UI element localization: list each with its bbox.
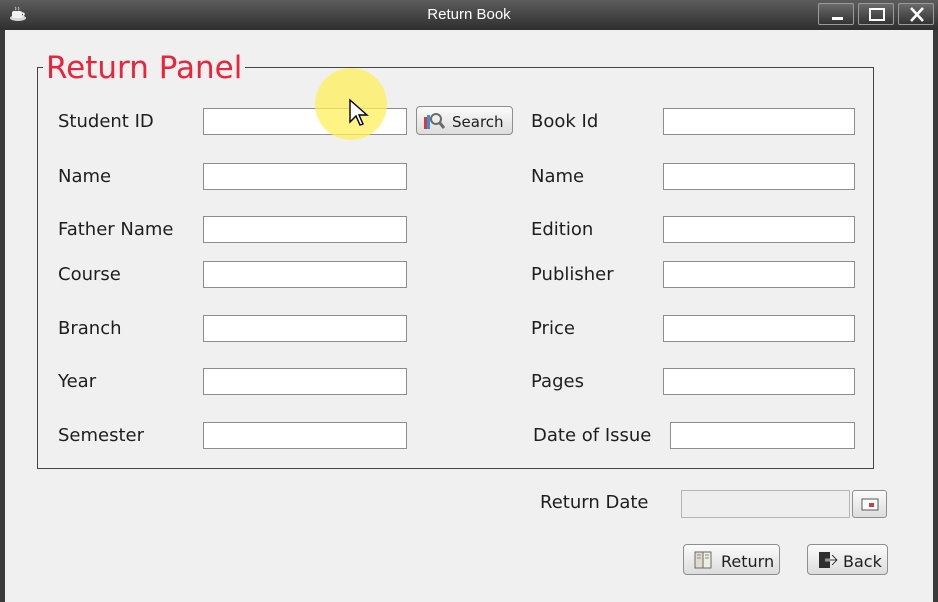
student-name-label: Name	[58, 166, 112, 187]
window-title: Return Book	[427, 6, 511, 23]
edition-label: Edition	[531, 219, 594, 240]
close-icon	[910, 7, 924, 22]
branch-label: Branch	[58, 318, 122, 339]
publisher-label: Publisher	[531, 264, 614, 285]
back-button-label: Back	[843, 552, 882, 571]
return-button-label: Return	[721, 552, 775, 571]
calendar-icon	[861, 498, 879, 511]
maximize-icon	[869, 8, 885, 21]
search-icon	[424, 113, 445, 129]
book-name-input[interactable]	[663, 163, 855, 190]
search-button-label: Search	[452, 113, 504, 131]
book-id-label: Book Id	[531, 111, 599, 132]
maximize-button[interactable]	[858, 3, 894, 25]
student-name-input[interactable]	[203, 163, 407, 190]
book-icon	[694, 551, 712, 569]
return-button[interactable]: Return	[683, 544, 780, 575]
semester-label: Semester	[58, 425, 145, 446]
title-bar[interactable]: Return Book	[0, 0, 938, 30]
year-input[interactable]	[203, 368, 407, 395]
semester-input[interactable]	[203, 422, 407, 449]
date-picker-button[interactable]	[852, 490, 887, 518]
minimize-icon	[832, 17, 843, 20]
back-button[interactable]: Back	[807, 544, 888, 575]
publisher-input[interactable]	[663, 261, 855, 288]
price-label: Price	[531, 318, 575, 339]
return-book-window: Return Book Return Panel Student ID Sear…	[0, 0, 938, 602]
student-id-label: Student ID	[58, 111, 154, 132]
return-date-input[interactable]	[681, 490, 850, 518]
book-name-label: Name	[531, 166, 585, 187]
year-label: Year	[58, 371, 97, 392]
client-area: Return Panel Student ID Search Name Fath…	[5, 30, 933, 602]
course-input[interactable]	[203, 261, 407, 288]
branch-input[interactable]	[203, 315, 407, 342]
mouse-pointer-icon	[349, 98, 369, 126]
exit-icon	[819, 552, 839, 568]
course-label: Course	[58, 264, 121, 285]
pages-label: Pages	[531, 371, 584, 392]
book-id-input[interactable]	[663, 108, 855, 135]
date-of-issue-input[interactable]	[670, 422, 855, 449]
minimize-button[interactable]	[818, 3, 854, 25]
price-input[interactable]	[663, 315, 855, 342]
edition-input[interactable]	[663, 216, 855, 243]
search-button[interactable]: Search	[416, 106, 513, 135]
close-button[interactable]	[898, 3, 934, 25]
date-of-issue-label: Date of Issue	[533, 425, 652, 446]
father-name-input[interactable]	[203, 216, 407, 243]
father-name-label: Father Name	[58, 219, 174, 240]
return-date-label: Return Date	[540, 492, 649, 513]
panel-title: Return Panel	[43, 49, 246, 87]
pages-input[interactable]	[663, 368, 855, 395]
